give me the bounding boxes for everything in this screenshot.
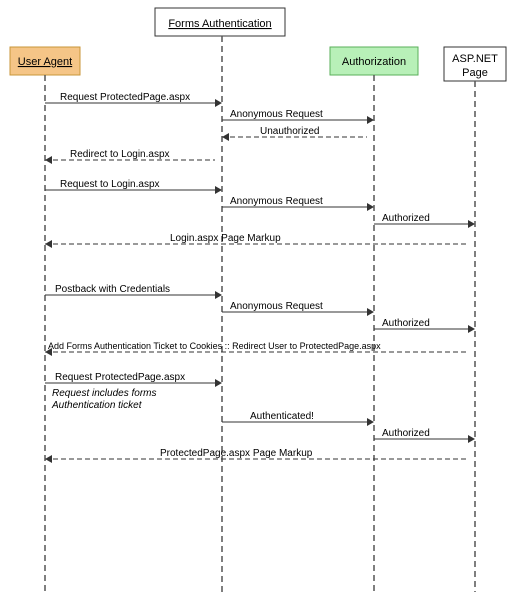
svg-text:Authorized: Authorized bbox=[382, 318, 430, 329]
svg-text:Authorization: Authorization bbox=[342, 56, 406, 68]
svg-text:Anonymous Request: Anonymous Request bbox=[230, 196, 323, 207]
svg-text:ProtectedPage.aspx Page Markup: ProtectedPage.aspx Page Markup bbox=[160, 448, 313, 459]
svg-text:Anonymous Request: Anonymous Request bbox=[230, 109, 323, 120]
svg-text:Request ProtectedPage.aspx: Request ProtectedPage.aspx bbox=[60, 92, 190, 103]
svg-text:Unauthorized: Unauthorized bbox=[260, 126, 319, 137]
svg-text:Page: Page bbox=[462, 67, 488, 79]
svg-text:Request includes forms: Request includes forms bbox=[52, 388, 157, 399]
svg-text:Authentication ticket: Authentication ticket bbox=[51, 400, 143, 411]
svg-text:Postback with Credentials: Postback with Credentials bbox=[55, 284, 170, 295]
svg-text:Authenticated!: Authenticated! bbox=[250, 411, 314, 422]
svg-text:Forms Authentication: Forms Authentication bbox=[168, 18, 271, 30]
svg-text:Authorized: Authorized bbox=[382, 428, 430, 439]
svg-text:Anonymous Request: Anonymous Request bbox=[230, 301, 323, 312]
svg-text:Login.aspx Page Markup: Login.aspx Page Markup bbox=[170, 233, 281, 244]
svg-text:Authorized: Authorized bbox=[382, 213, 430, 224]
svg-text:Request to Login.aspx: Request to Login.aspx bbox=[60, 179, 160, 190]
svg-text:User Agent: User Agent bbox=[18, 56, 72, 68]
diagram-svg: Forms Authentication User Agent Authoriz… bbox=[0, 0, 517, 592]
svg-text:Request ProtectedPage.aspx: Request ProtectedPage.aspx bbox=[55, 372, 185, 383]
svg-text:Redirect to Login.aspx: Redirect to Login.aspx bbox=[70, 149, 170, 160]
svg-text:ASP.NET: ASP.NET bbox=[452, 53, 498, 65]
svg-text:Add Forms Authentication Ticke: Add Forms Authentication Ticket to Cooki… bbox=[48, 341, 381, 351]
sequence-diagram: Forms Authentication User Agent Authoriz… bbox=[0, 0, 517, 592]
